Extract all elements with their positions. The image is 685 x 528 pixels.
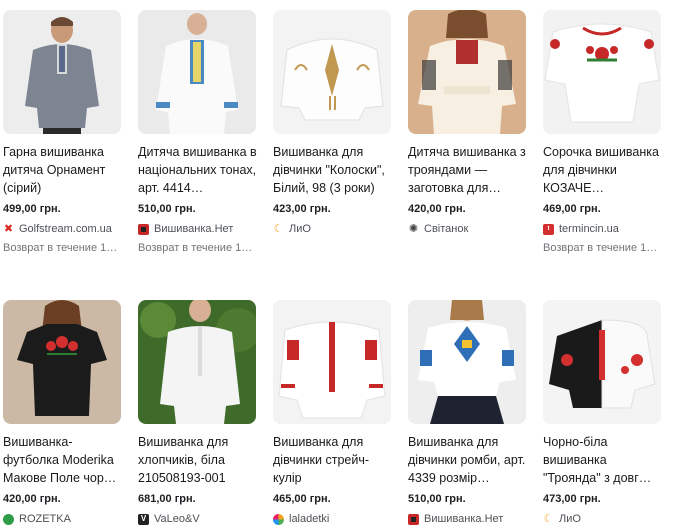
product-image[interactable] xyxy=(543,300,661,424)
product-title[interactable]: Вишиванка-футболка Moderika Макове Поле … xyxy=(3,433,125,487)
product-title[interactable]: Вишиванка для дівчинки "Колоски", Білий,… xyxy=(273,143,395,197)
green-circle-icon xyxy=(3,513,14,525)
product-image[interactable] xyxy=(543,10,661,134)
product-source[interactable]: ✖ Golfstream.com.ua xyxy=(3,222,125,236)
product-card[interactable]: Вишиванка для хлопчиків, біла 210508193-… xyxy=(138,300,260,526)
product-source[interactable]: ✺ Світанок xyxy=(408,222,530,236)
return-policy: Возврат в течение 1… xyxy=(3,242,118,254)
product-source[interactable]: ☾ ЛиО xyxy=(273,222,395,236)
product-price: 420,00 грн. xyxy=(408,203,466,215)
black-tshirt-image xyxy=(3,300,121,424)
product-title[interactable]: Дитяча вишиванка в національних тонах, а… xyxy=(138,143,260,197)
product-title[interactable]: Сорочка вишиванка для дівчинки КОЗАЧЕ… xyxy=(543,143,665,197)
red-badge-icon: t xyxy=(543,223,554,235)
product-image[interactable] xyxy=(3,10,121,134)
return-policy: Возврат в течение 1… xyxy=(543,242,658,254)
source-name: Вишиванка.Нет xyxy=(154,223,234,235)
product-card[interactable]: Вишиванка для дівчинки стрейч-кулір 465,… xyxy=(273,300,395,526)
product-price: 510,00 грн. xyxy=(408,493,466,505)
source-name: ROZETKA xyxy=(19,513,71,525)
source-name: Golfstream.com.ua xyxy=(19,223,112,235)
product-card[interactable]: Гарна вишиванка дитяча Орнамент (сірий) … xyxy=(3,10,125,255)
sun-icon: ✺ xyxy=(408,222,419,235)
red-cross-icon: ✖ xyxy=(3,222,14,235)
product-image[interactable] xyxy=(3,300,121,424)
product-image[interactable] xyxy=(138,10,256,134)
return-policy: Возврат в течение 1… xyxy=(138,242,253,254)
product-price: 469,00 грн. xyxy=(543,203,601,215)
source-name: Світанок xyxy=(424,223,469,235)
boy-white-shirt-garden-image xyxy=(138,300,256,424)
embroidery-pattern-icon xyxy=(138,223,149,235)
product-card[interactable]: Дитяча вишиванка в національних тонах, а… xyxy=(138,10,260,255)
product-card[interactable]: Дитяча вишиванка з трояндами — заготовка… xyxy=(408,10,530,236)
product-title[interactable]: Вишиванка для дівчинки стрейч-кулір xyxy=(273,433,395,487)
product-image[interactable] xyxy=(408,300,526,424)
product-card[interactable]: Сорочка вишиванка для дівчинки КОЗАЧЕ… 4… xyxy=(543,10,665,255)
source-name: ЛиО xyxy=(289,223,311,235)
product-card[interactable]: Вишиванка для дівчинки "Колоски", Білий,… xyxy=(273,10,395,236)
product-source[interactable]: ROZETKA xyxy=(3,512,125,526)
orange-swirl-icon: ☾ xyxy=(543,512,554,525)
product-source[interactable]: laladetki xyxy=(273,512,395,526)
product-price: 420,00 грн. xyxy=(3,493,61,505)
product-price: 423,00 грн. xyxy=(273,203,331,215)
source-name: laladetki xyxy=(289,513,330,525)
kolosky-blouse-image xyxy=(273,10,391,134)
kozache-blouse-image xyxy=(543,10,661,134)
stretch-blouse-image xyxy=(273,300,391,424)
source-name: termincin.ua xyxy=(559,223,619,235)
black-white-troyanda-blouse-image xyxy=(543,300,661,424)
product-price: 473,00 грн. xyxy=(543,493,601,505)
source-name: Вишиванка.Нет xyxy=(424,513,504,525)
girl-roses-blouse-image xyxy=(408,10,526,134)
embroidery-pattern-icon xyxy=(408,513,419,525)
product-price: 465,00 грн. xyxy=(273,493,331,505)
product-title[interactable]: Вишиванка для дівчинки ромби, арт. 4339 … xyxy=(408,433,530,487)
product-source[interactable]: V VaLeo&V xyxy=(138,512,260,526)
product-card[interactable]: Вишиванка-футболка Moderika Макове Поле … xyxy=(3,300,125,526)
product-card[interactable]: Чорно-біла вишиванка "Троянда" з довг… 4… xyxy=(543,300,665,526)
product-title[interactable]: Гарна вишиванка дитяча Орнамент (сірий) xyxy=(3,143,125,197)
product-source[interactable]: Вишиванка.Нет xyxy=(408,512,530,526)
product-price: 681,00 грн. xyxy=(138,493,196,505)
colorful-dots-icon xyxy=(273,513,284,525)
product-source[interactable]: ☾ ЛиО xyxy=(543,512,665,526)
product-image[interactable] xyxy=(138,300,256,424)
boy-white-shirt-image xyxy=(138,10,256,134)
product-title[interactable]: Чорно-біла вишиванка "Троянда" з довг… xyxy=(543,433,665,487)
source-name: ЛиО xyxy=(559,513,581,525)
product-card[interactable]: Вишиванка для дівчинки ромби, арт. 4339 … xyxy=(408,300,530,526)
product-image[interactable] xyxy=(273,300,391,424)
product-image[interactable] xyxy=(273,10,391,134)
product-title[interactable]: Дитяча вишиванка з трояндами — заготовка… xyxy=(408,143,530,197)
source-name: VaLeo&V xyxy=(154,513,200,525)
boy-grey-shirt-image xyxy=(3,10,121,134)
girl-rhombus-blouse-image xyxy=(408,300,526,424)
product-price: 510,00 грн. xyxy=(138,203,196,215)
product-source[interactable]: t termincin.ua xyxy=(543,222,665,236)
product-price: 499,00 грн. xyxy=(3,203,61,215)
v-letter-icon: V xyxy=(138,513,149,525)
product-image[interactable] xyxy=(408,10,526,134)
product-source[interactable]: Вишиванка.Нет xyxy=(138,222,260,236)
product-title[interactable]: Вишиванка для хлопчиків, біла 210508193-… xyxy=(138,433,260,487)
orange-swirl-icon: ☾ xyxy=(273,222,284,235)
